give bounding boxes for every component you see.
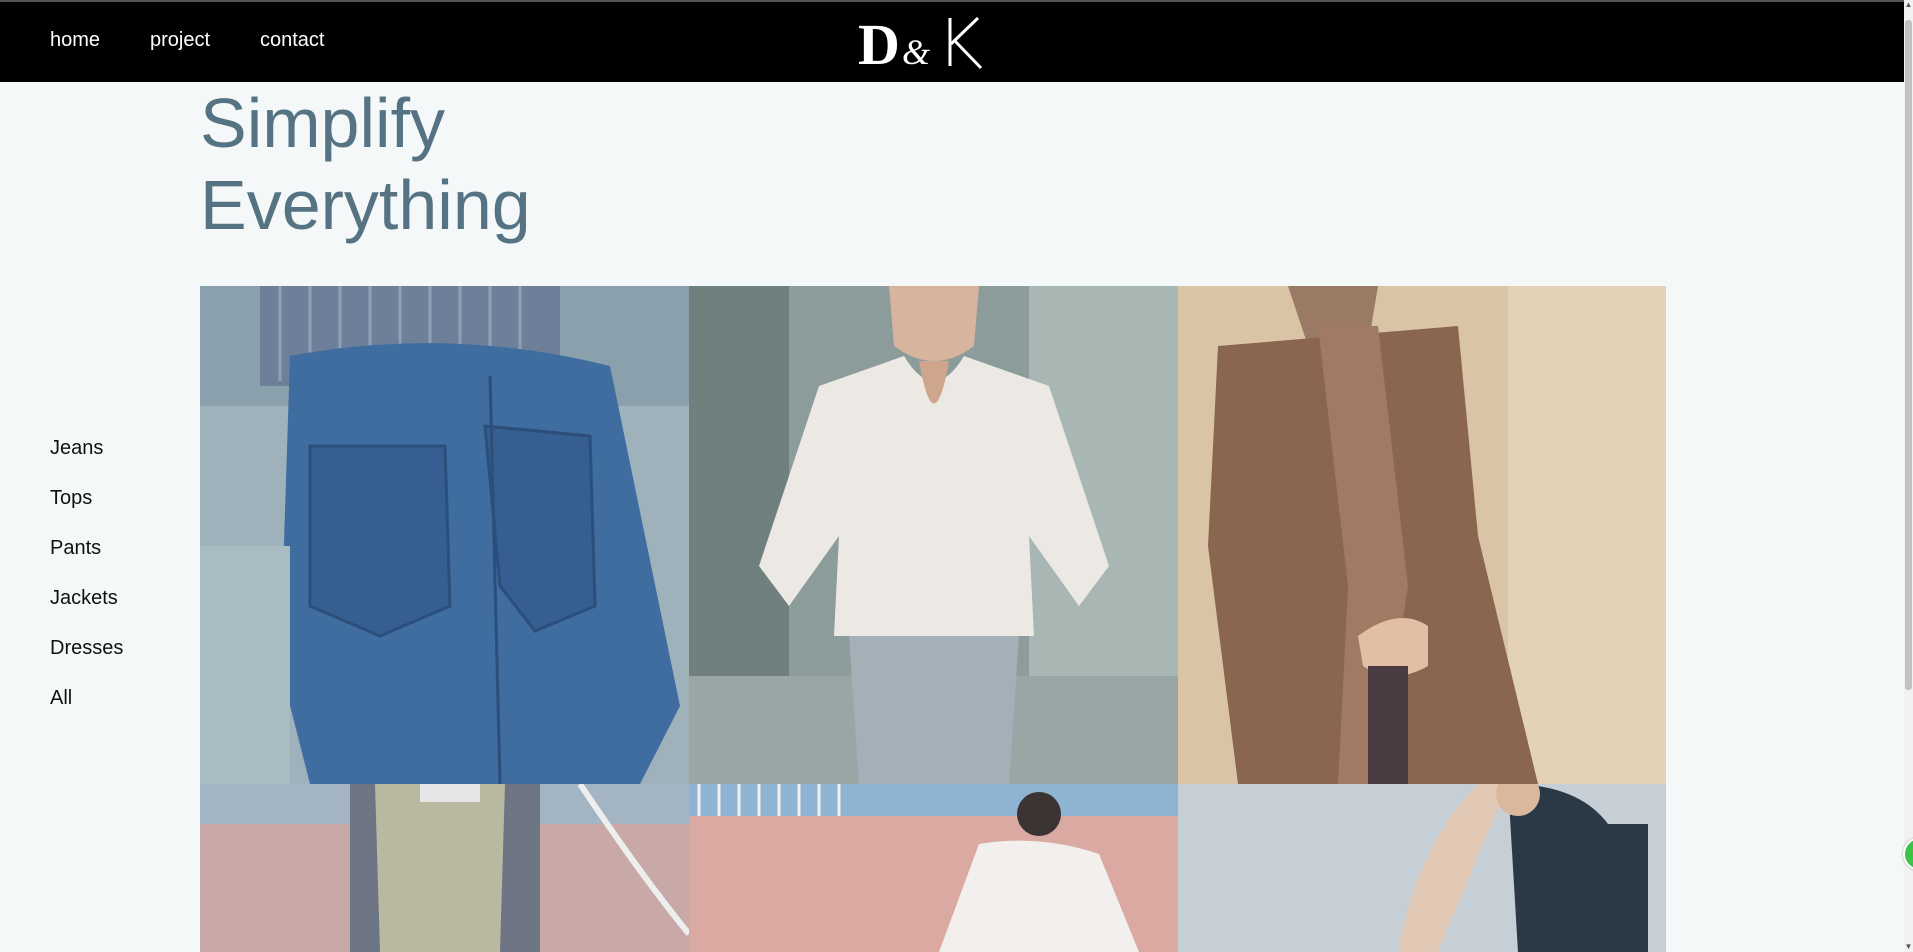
top-navigation-bar: home project contact D &	[0, 0, 1913, 82]
category-jeans[interactable]: Jeans	[50, 436, 123, 486]
scrollbar-thumb[interactable]	[1905, 20, 1912, 690]
gallery-image-pants[interactable]	[200, 784, 689, 952]
category-menu: Jeans Tops Pants Jackets Dresses All	[50, 436, 123, 736]
product-gallery	[200, 286, 1666, 952]
scroll-up-icon[interactable]: ▲	[1904, 0, 1913, 10]
category-jackets[interactable]: Jackets	[50, 586, 123, 636]
hero-heading-line2: Everything	[200, 166, 531, 244]
hero-heading-line1: Simplify	[200, 84, 446, 162]
category-pants[interactable]: Pants	[50, 536, 123, 586]
nav-link-project[interactable]: project	[150, 29, 210, 52]
nav-link-home[interactable]: home	[50, 29, 100, 52]
svg-text:D: D	[858, 14, 900, 70]
category-dresses[interactable]: Dresses	[50, 636, 123, 686]
gallery-image-all[interactable]	[1178, 784, 1666, 952]
category-all[interactable]: All	[50, 686, 123, 736]
gallery-image-jackets[interactable]	[1178, 286, 1666, 784]
svg-text:&: &	[902, 32, 930, 70]
brand-logo[interactable]: D &	[858, 12, 984, 77]
nav-link-contact[interactable]: contact	[260, 29, 324, 52]
hero-heading: Simplify Everything	[200, 82, 531, 246]
gallery-image-tops[interactable]	[689, 286, 1178, 784]
gallery-image-dresses[interactable]	[689, 784, 1178, 952]
scroll-down-icon[interactable]: ▼	[1904, 942, 1913, 952]
page-scrollbar[interactable]: ▲ ▼	[1904, 0, 1913, 952]
gallery-image-jeans[interactable]	[200, 286, 689, 784]
category-tops[interactable]: Tops	[50, 486, 123, 536]
